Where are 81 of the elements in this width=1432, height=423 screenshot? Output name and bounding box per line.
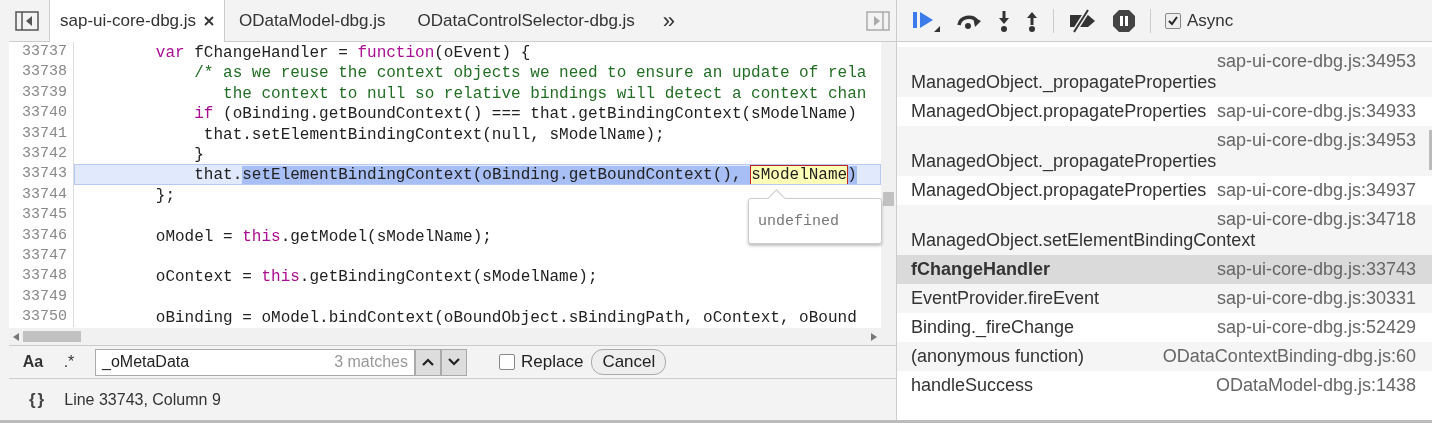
call-frame[interactable]: sap-ui-core-dbg.js:34718 ManagedObject.setElementBindingContext: [897, 205, 1432, 255]
next-match-button[interactable]: [441, 348, 467, 376]
async-checkbox[interactable]: [1165, 12, 1181, 29]
function-name: handleSuccess: [911, 375, 1034, 396]
line-number: 33738: [9, 62, 74, 83]
call-frame[interactable]: sap-ui-core-dbg.js:34953 ManagedObject._propagateProperties: [897, 47, 1432, 97]
code-line: the context to null so relative bindings will detect a context chan: [222, 84, 867, 103]
chevron-down-icon: [448, 358, 460, 366]
source-location: sap-ui-core-dbg.js:34933: [1216, 101, 1416, 122]
scrollbar-thumb[interactable]: [883, 192, 894, 206]
call-frame[interactable]: EventProvider.fireEvent sap-ui-core-dbg.js:30331: [897, 284, 1432, 313]
function-name: (anonymous function): [911, 346, 1085, 367]
function-name: ManagedObject.setElementBindingContext: [911, 230, 1256, 251]
line-number: 33750: [9, 307, 74, 328]
code-line: oBinding = oModel.bindContext(oBoundObject.sBindingPath, oContext, oBound: [154, 309, 857, 327]
code-line: that.setElementBindingContext(null, sModelName);: [202, 125, 665, 143]
close-icon[interactable]: [204, 16, 215, 26]
code-line: oModel = this.getModel(sModelName);: [154, 227, 492, 245]
line-number: 33741: [9, 123, 74, 144]
source-location: ODataModel-dbg.js:1438: [1215, 375, 1416, 396]
vertical-scrollbar[interactable]: [1429, 130, 1432, 170]
pretty-print-button[interactable]: {}: [29, 389, 47, 410]
match-case-toggle[interactable]: Aa: [19, 353, 47, 371]
line-number: 33745: [9, 205, 74, 226]
source-location: sap-ui-core-dbg.js:34718: [1216, 209, 1416, 230]
line-number: 33742: [9, 143, 74, 165]
source-location: sap-ui-core-dbg.js:34953: [1216, 51, 1416, 72]
cursor-position: Line 33743, Column 9: [64, 390, 221, 409]
sidebar-toggle-icon[interactable]: [15, 10, 39, 31]
code-line: /* as we reuse the context objects we need to ensure an update of rela: [193, 64, 867, 82]
source-location: ODataContextBinding-dbg.js:60: [1162, 346, 1416, 367]
function-name: ManagedObject._propagateProperties: [911, 151, 1217, 172]
line-number: 33737: [9, 42, 74, 63]
vertical-scrollbar[interactable]: [881, 42, 896, 345]
function-name: ManagedObject.propagateProperties: [911, 180, 1207, 201]
source-location: sap-ui-core-dbg.js:34937: [1216, 180, 1416, 201]
panel-toggle-icon[interactable]: [866, 10, 890, 31]
line-number: 33739: [9, 82, 74, 104]
source-location: sap-ui-core-dbg.js:52429: [1216, 317, 1416, 338]
source-location: sap-ui-core-dbg.js:33743: [1216, 259, 1416, 280]
code-line: var fChangeHandler = function(oEvent) {: [154, 44, 531, 62]
previous-match-button[interactable]: [415, 348, 441, 376]
source-location: sap-ui-core-dbg.js:34953: [1216, 130, 1416, 151]
popover-value: undefined: [758, 212, 839, 230]
more-tabs-button[interactable]: »: [662, 7, 676, 34]
source-location: sap-ui-core-dbg.js:30331: [1216, 288, 1416, 309]
function-name: Binding._fireChange: [911, 317, 1075, 338]
call-frame[interactable]: (anonymous function) ODataContextBinding-dbg.js:60: [897, 342, 1432, 371]
call-frame[interactable]: sap-ui-core-dbg.js:34953 ManagedObject._propagateProperties: [897, 126, 1432, 176]
step-into-icon[interactable]: [997, 8, 1011, 33]
file-tab[interactable]: sap-ui-core-dbg.js: [49, 0, 226, 42]
pause-on-exceptions-icon[interactable]: [1112, 8, 1136, 33]
replace-label: Replace: [521, 352, 584, 372]
cancel-button[interactable]: Cancel: [591, 349, 667, 375]
chevron-up-icon: [422, 358, 434, 366]
code-line: }: [193, 145, 204, 164]
line-number: 33748: [9, 266, 74, 287]
code-line: that.setElementBindingContext(oBinding.getBoundContext(), sModelName): [193, 166, 857, 184]
file-tab[interactable]: ODataControlSelector-dbg.js: [403, 0, 653, 41]
line-number: 33744: [9, 184, 74, 206]
function-name: fChangeHandler: [911, 259, 1051, 280]
search-field[interactable]: _oMetaData 3 matches: [95, 348, 415, 376]
async-label: Async: [1187, 10, 1234, 31]
code-line: oContext = this.getBindingContext(sModelName);: [154, 268, 598, 286]
call-frame[interactable]: fChangeHandler sap-ui-core-dbg.js:33743: [897, 255, 1432, 284]
code-line: if (oBinding.getBoundContext() === that.getBindingContext(sModelName): [193, 105, 857, 123]
function-name: ManagedObject.propagateProperties: [911, 101, 1207, 122]
line-number: 33746: [9, 225, 74, 246]
function-name: EventProvider.fireEvent: [911, 288, 1100, 309]
match-count: 3 matches: [334, 353, 408, 371]
code-line: };: [154, 186, 175, 205]
line-number: 33740: [9, 103, 74, 124]
regex-toggle[interactable]: .*: [55, 353, 83, 371]
line-number: 33747: [9, 245, 74, 267]
scrollbar-thumb[interactable]: [23, 331, 81, 342]
replace-checkbox[interactable]: [499, 354, 515, 370]
function-name: ManagedObject._propagateProperties: [911, 72, 1217, 93]
line-number: 33749: [9, 286, 74, 308]
scroll-right-icon[interactable]: [871, 332, 877, 341]
file-tab[interactable]: ODataModel-dbg.js: [225, 0, 404, 41]
scroll-left-icon[interactable]: [13, 332, 19, 341]
